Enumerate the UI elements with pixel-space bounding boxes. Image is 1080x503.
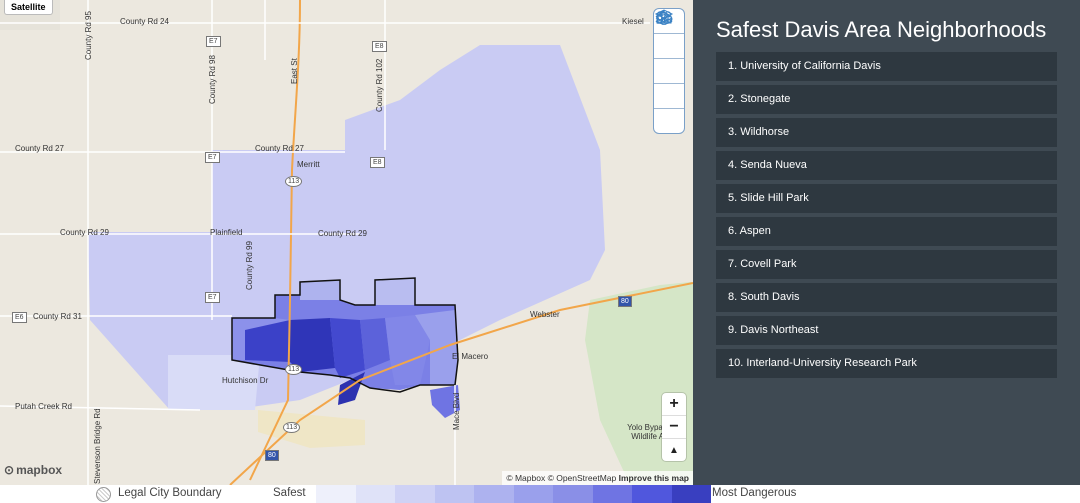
label-county-rd-98: County Rd 98: [208, 55, 217, 104]
zoom-out-button[interactable]: −: [662, 416, 686, 439]
shield-e8: E8: [372, 41, 387, 52]
label-county-rd-24: County Rd 24: [120, 17, 169, 26]
label-plainfield: Plainfield: [210, 228, 243, 237]
neighborhood-item[interactable]: 9. Davis Northeast: [716, 316, 1057, 345]
legend-swatch: [553, 485, 593, 503]
neighborhood-list: 1. University of California Davis 2. Sto…: [716, 52, 1057, 382]
map-tools: [653, 8, 685, 134]
sidebar: Safest Davis Area Neighborhoods 1. Unive…: [693, 0, 1080, 485]
label-county-rd-31: County Rd 31: [33, 312, 82, 321]
mapbox-logo-text: mapbox: [16, 463, 63, 477]
layers-icon[interactable]: [654, 9, 684, 133]
district-north: [375, 278, 415, 305]
neighborhood-item[interactable]: 8. South Davis: [716, 283, 1057, 312]
legend-swatch: [632, 485, 672, 503]
legend-color-scale: [316, 485, 711, 503]
legend-swatch: [671, 485, 711, 503]
shield-e7: E7: [206, 36, 221, 47]
label-merritt: Merritt: [297, 160, 320, 169]
shield-113-mid: 113: [285, 364, 303, 375]
label-county-rd-29: County Rd 29: [60, 228, 109, 237]
label-county-rd-99: County Rd 99: [245, 241, 254, 290]
label-hutchison-dr: Hutchison Dr: [222, 376, 269, 385]
neighborhood-item[interactable]: 10. Interland-University Research Park: [716, 349, 1057, 378]
label-stevenson-bridge-rd: Stevenson Bridge Rd: [93, 408, 102, 484]
sidebar-title: Safest Davis Area Neighborhoods: [716, 17, 1047, 42]
legend-swatch: [355, 485, 395, 503]
improve-map-link[interactable]: Improve this map: [619, 473, 689, 483]
people-icon[interactable]: [654, 11, 684, 59]
neighborhood-item[interactable]: 2. Stonegate: [716, 85, 1057, 114]
shield-e7-mid: E7: [205, 152, 220, 163]
mapbox-attribution-link[interactable]: © Mapbox: [506, 473, 545, 483]
shield-e8-south: E8: [370, 157, 385, 168]
legend-dangerous-label: Most Dangerous: [712, 487, 797, 499]
map[interactable]: County Rd 24 County Rd 27 County Rd 27 C…: [0, 0, 693, 485]
legend-safest-label: Safest: [273, 487, 306, 499]
compass-button[interactable]: ▲: [662, 439, 686, 461]
legend-boundary-label: Legal City Boundary: [118, 487, 222, 499]
label-county-rd-29-east: County Rd 29: [318, 229, 367, 238]
legend-swatch: [592, 485, 632, 503]
label-el-macero: El Macero: [452, 352, 489, 361]
label-webster: Webster: [530, 310, 560, 319]
mapbox-logo-icon: ⊙: [4, 463, 15, 477]
mapbox-logo[interactable]: ⊙ mapbox: [4, 463, 62, 477]
satellite-toggle-button[interactable]: Satellite: [4, 0, 53, 15]
shield-i80-east: 80: [618, 296, 632, 307]
label-county-rd-27: County Rd 27: [15, 144, 64, 153]
neighborhood-item[interactable]: 1. University of California Davis: [716, 52, 1057, 81]
city-boundary-swatch: [96, 487, 111, 502]
map-legend: Legal City Boundary Safest Most Dangerou…: [0, 485, 1080, 503]
legend-swatch: [395, 485, 435, 503]
label-county-rd-27-east: County Rd 27: [255, 144, 304, 153]
neighborhood-item[interactable]: 3. Wildhorse: [716, 118, 1057, 147]
label-county-rd-102: County Rd 102: [375, 58, 384, 112]
district-northwest: [300, 280, 340, 300]
zoom-in-button[interactable]: +: [662, 393, 686, 416]
label-kiesel: Kiesel: [622, 17, 644, 26]
schools-icon[interactable]: [654, 10, 684, 109]
legend-swatch: [316, 485, 356, 503]
map-attribution: © Mapbox © OpenStreetMap Improve this ma…: [502, 471, 693, 485]
shield-e6: E6: [12, 312, 27, 323]
label-mace-blvd: Mace Blvd: [452, 392, 461, 430]
shield-113-north: 113: [285, 176, 303, 187]
location-pins-icon[interactable]: [654, 11, 684, 84]
legend-swatch: [513, 485, 553, 503]
legend-swatch: [434, 485, 474, 503]
legend-swatch: [474, 485, 514, 503]
label-east-st: East St: [290, 58, 299, 84]
neighborhood-item[interactable]: 5. Slide Hill Park: [716, 184, 1057, 213]
shield-e7-south: E7: [205, 292, 220, 303]
neighborhood-item[interactable]: 4. Senda Nueva: [716, 151, 1057, 180]
shield-i80-south: 80: [265, 450, 279, 461]
map-canvas: [0, 0, 693, 485]
neighborhood-item[interactable]: 7. Covell Park: [716, 250, 1057, 279]
label-putah-creek-rd: Putah Creek Rd: [15, 402, 72, 411]
shield-113-south: 113: [283, 422, 301, 433]
osm-attribution-link[interactable]: © OpenStreetMap: [548, 473, 617, 483]
neighborhood-item[interactable]: 6. Aspen: [716, 217, 1057, 246]
zoom-control: + − ▲: [662, 393, 686, 461]
label-county-rd-95: County Rd 95: [84, 11, 93, 60]
